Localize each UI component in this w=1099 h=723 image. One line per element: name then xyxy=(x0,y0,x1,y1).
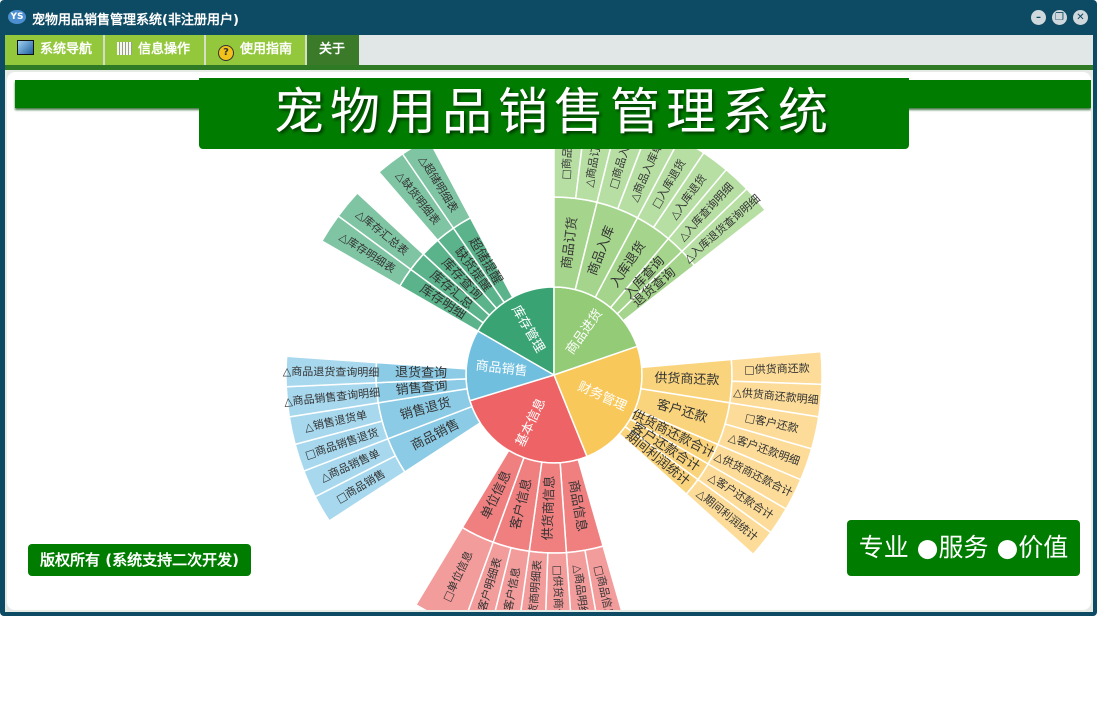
copyright-badge: 版权所有 (系统支持二次开发) xyxy=(28,544,251,576)
menu-label: 关于 xyxy=(319,42,346,57)
sunburst-label: □供货商信息 xyxy=(551,565,566,610)
menu-info-ops[interactable]: 信息操作 xyxy=(105,35,206,65)
sector2-退货查询[interactable]: 退货查询 xyxy=(375,361,468,384)
sector2-商品信息[interactable]: 商品信息 xyxy=(559,458,604,554)
sunburst-label: △商品退货查询明细 xyxy=(283,364,380,379)
restore-button[interactable]: ❐ xyxy=(1052,10,1067,25)
menu-bar: 系统导航 信息操作 ? 使用指南 关于 xyxy=(5,35,1093,65)
sunburst-label: 供货商信息 xyxy=(540,475,558,541)
title-bar: YS 宠物用品销售管理系统(非注册用户) – ❐ ✕ xyxy=(0,0,1097,35)
help-icon: ? xyxy=(218,45,234,61)
menu-system-nav[interactable]: 系统导航 xyxy=(5,35,105,65)
menu-label: 使用指南 xyxy=(240,42,293,57)
menu-label: 信息操作 xyxy=(138,42,191,57)
sector3-△商品退货查询明细[interactable]: △商品退货查询明细 xyxy=(283,355,380,388)
sunburst-label: 退货查询 xyxy=(395,364,447,381)
slogan-badge: 专业 ●服务 ●价值 xyxy=(847,520,1080,576)
menu-about[interactable]: 关于 xyxy=(307,35,359,65)
sector3-□供货商还款[interactable]: □供货商还款 xyxy=(730,350,823,386)
app-logo-icon: YS xyxy=(8,10,26,24)
minimize-button[interactable]: – xyxy=(1031,10,1046,25)
sunburst-label: 供货商还款 xyxy=(654,370,720,388)
main-content: 宠物用品销售管理系统 库存管理 库存明细 库存汇总 库存查询 缺货提醒 超储提醒 △库存明细… xyxy=(5,70,1093,612)
app-window: YS 宠物用品销售管理系统(非注册用户) – ❐ ✕ 系统导航 信息操作 ? 使用… xyxy=(0,0,1097,616)
menu-label: 系统导航 xyxy=(40,42,93,57)
window-title: 宠物用品销售管理系统(非注册用户) xyxy=(32,13,239,28)
menu-user-guide[interactable]: ? 使用指南 xyxy=(206,35,307,65)
monitor-icon xyxy=(17,40,34,55)
close-button[interactable]: ✕ xyxy=(1073,10,1088,25)
grid-icon xyxy=(117,42,132,55)
page-title: 宠物用品销售管理系统 xyxy=(199,78,909,149)
sunburst-label: □供货商还款 xyxy=(744,361,810,377)
